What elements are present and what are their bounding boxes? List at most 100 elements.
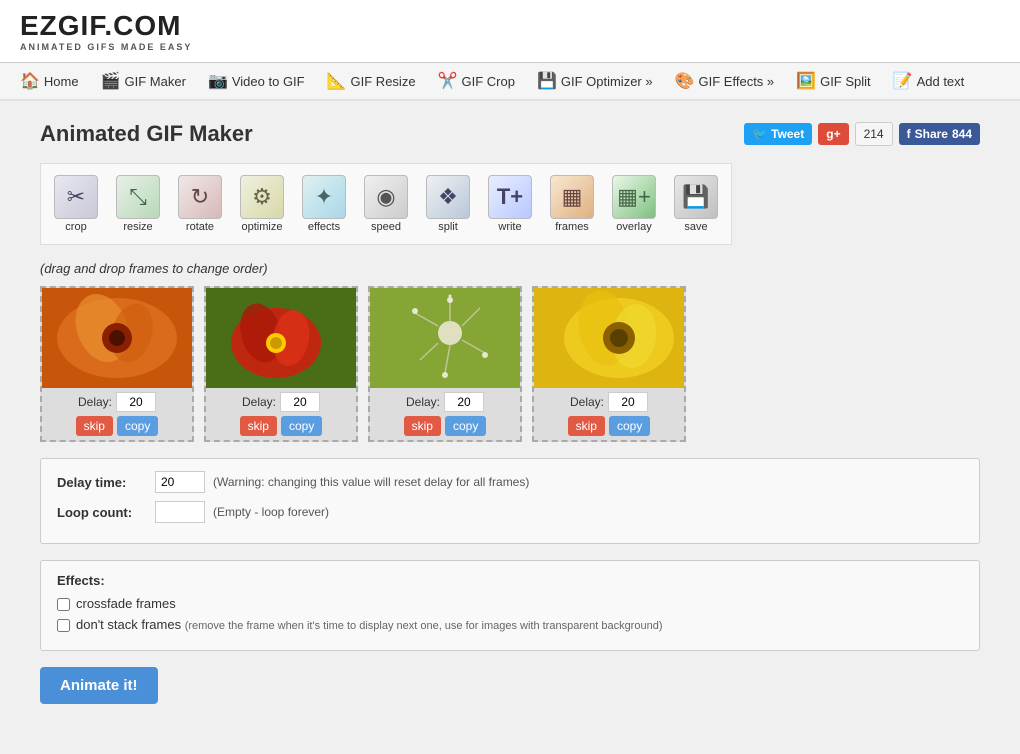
main-content: Animated GIF Maker 🐦 Tweet g+ 214 f Shar… xyxy=(20,121,1000,734)
tool-rotate-icon: ↻ xyxy=(178,175,222,219)
effect-no-stack-label: don't stack frames (remove the frame whe… xyxy=(76,617,662,632)
frame-delay-input-4[interactable] xyxy=(608,392,648,412)
tool-write-icon: T+ xyxy=(488,175,532,219)
fb-share-label: Share xyxy=(915,127,948,141)
frame-delay-input-3[interactable] xyxy=(444,392,484,412)
tool-overlay-label: overlay xyxy=(616,221,651,233)
fb-count: 844 xyxy=(952,127,972,141)
nav-home-icon: 🏠 xyxy=(20,71,40,91)
effect-no-stack-note: (remove the frame when it's time to disp… xyxy=(185,620,663,632)
copy-button-3[interactable]: copy xyxy=(445,416,486,436)
tool-split[interactable]: ❖ split xyxy=(419,170,477,238)
nav-gif-crop-icon: ✂️ xyxy=(438,71,458,91)
effect-crossfade-row: crossfade frames xyxy=(57,596,963,611)
copy-button-4[interactable]: copy xyxy=(609,416,650,436)
nav-add-text-label: Add text xyxy=(917,74,965,89)
logo-sub: ANIMATED GIFS MADE EASY xyxy=(20,42,192,52)
tool-crop-icon: ✂ xyxy=(54,175,98,219)
nav-gif-resize-label: GIF Resize xyxy=(351,74,416,89)
delay-label-1: Delay: xyxy=(78,395,112,409)
nav-gif-maker[interactable]: 🎬GIF Maker xyxy=(91,63,196,99)
nav-gif-split-label: GIF Split xyxy=(820,74,871,89)
nav-gif-resize[interactable]: 📐 GIF Resize xyxy=(317,63,426,99)
twitter-icon: 🐦 xyxy=(752,127,767,141)
frame-image-1 xyxy=(42,288,192,388)
tool-rotate[interactable]: ↻ rotate xyxy=(171,170,229,238)
frame-image-4 xyxy=(534,288,684,388)
tool-write[interactable]: T+ write xyxy=(481,170,539,238)
nav-home[interactable]: 🏠 Home xyxy=(10,63,89,99)
frame-image-3 xyxy=(370,288,520,388)
effects-title: Effects: xyxy=(57,573,963,588)
tool-speed-label: speed xyxy=(371,221,401,233)
nav-video-to-gif[interactable]: 📷Video to GIF xyxy=(198,63,315,99)
skip-button-4[interactable]: skip xyxy=(568,416,605,436)
skip-button-3[interactable]: skip xyxy=(404,416,441,436)
frame-delay-row-3: Delay: xyxy=(376,392,514,412)
title-row: Animated GIF Maker 🐦 Tweet g+ 214 f Shar… xyxy=(40,121,980,147)
nav-gif-effects-icon: 🎨 xyxy=(675,71,695,91)
page-title: Animated GIF Maker xyxy=(40,121,253,147)
nav-gif-resize-icon: 📐 xyxy=(327,71,347,91)
nav-gif-optimizer-label: GIF Optimizer » xyxy=(561,74,653,89)
fb-share-button[interactable]: f Share 844 xyxy=(899,123,980,145)
frame-delay-input-1[interactable] xyxy=(116,392,156,412)
tool-effects[interactable]: ✦ effects xyxy=(295,170,353,238)
logo-text[interactable]: EZGIF.COM xyxy=(20,10,192,42)
tool-speed-icon: ◉ xyxy=(364,175,408,219)
tool-overlay[interactable]: ▦+ overlay xyxy=(605,170,663,238)
nav-add-text-icon: 📝 xyxy=(893,71,913,91)
logo-area: EZGIF.COM ANIMATED GIFS MADE EASY xyxy=(20,10,192,52)
tool-resize-icon: ⤡ xyxy=(116,175,160,219)
nav-gif-effects-label: GIF Effects » xyxy=(699,74,775,89)
tool-resize[interactable]: ⤡ resize xyxy=(109,170,167,238)
frame-delay-input-2[interactable] xyxy=(280,392,320,412)
tool-rotate-label: rotate xyxy=(186,221,214,233)
delay-label: Delay time: xyxy=(57,475,147,490)
social-buttons: 🐦 Tweet g+ 214 f Share 844 xyxy=(744,122,980,146)
tweet-button[interactable]: 🐦 Tweet xyxy=(744,123,812,145)
skip-button-2[interactable]: skip xyxy=(240,416,277,436)
nav-home-label: Home xyxy=(44,74,79,89)
nav: 🏠 Home 🎬GIF Maker📷Video to GIF 📐 GIF Resize ✂… xyxy=(0,63,1020,101)
frame-item: Delay: skip copy xyxy=(532,286,686,442)
tool-crop[interactable]: ✂ crop xyxy=(47,170,105,238)
effect-no-stack-row: don't stack frames (remove the frame whe… xyxy=(57,617,963,632)
nav-gif-maker-label: GIF Maker xyxy=(125,74,186,89)
tool-frames-label: frames xyxy=(555,221,589,233)
animate-button[interactable]: Animate it! xyxy=(40,667,158,704)
effect-crossfade-checkbox[interactable] xyxy=(57,598,70,611)
frame-buttons-4: skip copy xyxy=(540,416,678,436)
gplus-button[interactable]: g+ xyxy=(818,123,848,145)
tool-save-label: save xyxy=(684,221,707,233)
nav-gif-optimizer[interactable]: 💾 GIF Optimizer » xyxy=(527,63,663,99)
nav-gif-effects[interactable]: 🎨 GIF Effects » xyxy=(665,63,785,99)
gplus-icon: g+ xyxy=(826,127,840,141)
nav-gif-split-icon: 🖼️ xyxy=(796,71,816,91)
skip-button-1[interactable]: skip xyxy=(76,416,113,436)
tool-speed[interactable]: ◉ speed xyxy=(357,170,415,238)
drag-hint: (drag and drop frames to change order) xyxy=(40,261,980,276)
delay-label-2: Delay: xyxy=(242,395,276,409)
frame-delay-row-4: Delay: xyxy=(540,392,678,412)
loop-input[interactable] xyxy=(155,501,205,523)
nav-gif-crop-label: GIF Crop xyxy=(461,74,514,89)
effects-panel: Effects: crossfade frames don't stack fr… xyxy=(40,560,980,651)
nav-gif-split[interactable]: 🖼️ GIF Split xyxy=(786,63,881,99)
nav-add-text[interactable]: 📝 Add text xyxy=(883,63,975,99)
nav-gif-crop[interactable]: ✂️GIF Crop xyxy=(428,63,525,99)
tool-frames[interactable]: ▦ frames xyxy=(543,170,601,238)
tool-optimize[interactable]: ⚙ optimize xyxy=(233,170,291,238)
delay-input[interactable] xyxy=(155,471,205,493)
frame-delay-row-1: Delay: xyxy=(48,392,186,412)
effect-no-stack-checkbox[interactable] xyxy=(57,619,70,632)
tool-split-icon: ❖ xyxy=(426,175,470,219)
nav-gif-optimizer-icon: 💾 xyxy=(537,71,557,91)
copy-button-2[interactable]: copy xyxy=(281,416,322,436)
tool-save[interactable]: 💾 save xyxy=(667,170,725,238)
gplus-count: 214 xyxy=(855,122,893,146)
frame-buttons-2: skip copy xyxy=(212,416,350,436)
tool-optimize-label: optimize xyxy=(242,221,283,233)
copy-button-1[interactable]: copy xyxy=(117,416,158,436)
frame-item: Delay: skip copy xyxy=(204,286,358,442)
